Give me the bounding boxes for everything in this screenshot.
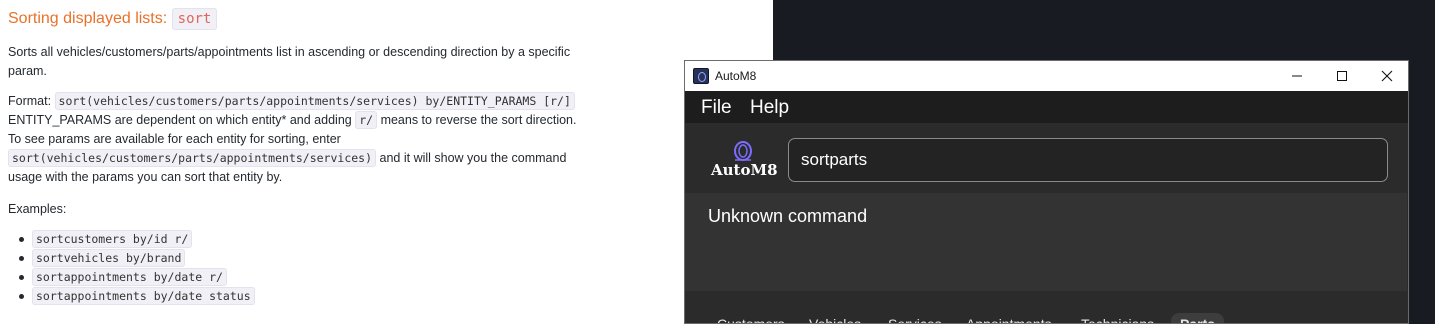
heading-text: Sorting displayed lists: (8, 10, 168, 27)
list-item: sortcustomers by/id r/ (8, 230, 255, 249)
tab-appointments[interactable]: Appointments (966, 316, 1052, 323)
list-item: sortappointments by/date status (8, 287, 255, 306)
tab-technicians[interactable]: Technicians (1081, 316, 1154, 323)
command-input[interactable] (788, 138, 1388, 182)
example-code: sortappointments by/date r/ (32, 268, 227, 286)
params-hint: To see params are available for each ent… (8, 132, 341, 146)
title-bar[interactable]: AutoM8 (685, 61, 1408, 91)
tab-customers[interactable]: Customers (717, 316, 785, 323)
maximize-icon (1336, 71, 1347, 81)
list-item: sortvehicles by/brand (8, 249, 255, 268)
params-note: ENTITY_PARAMS are dependent on which ent… (8, 113, 352, 127)
close-icon (1381, 70, 1392, 82)
tab-parts[interactable]: Parts (1171, 313, 1225, 323)
minimize-button[interactable] (1274, 61, 1319, 91)
menu-bar: File Help (685, 91, 1408, 123)
app-icon (693, 68, 709, 84)
maximize-button[interactable] (1319, 61, 1364, 91)
window-title: AutoM8 (715, 69, 757, 83)
app-window: AutoM8 File Help AutoM8 Unknown command … (684, 60, 1409, 324)
heading-code: sort (171, 8, 218, 30)
close-button[interactable] (1364, 61, 1408, 91)
menu-help[interactable]: Help (750, 97, 789, 119)
description: Sorts all vehicles/customers/parts/appoi… (8, 43, 570, 81)
description-line: Sorts all vehicles/customers/parts/appoi… (8, 45, 571, 59)
example-code: sortcustomers by/id r/ (32, 230, 193, 248)
result-display: Unknown command (685, 193, 1407, 291)
examples-list: sortcustomers by/id r/ sortvehicles by/b… (8, 230, 255, 306)
result-message: Unknown command (708, 206, 868, 226)
app-logo: AutoM8 (709, 141, 779, 183)
logo-icon (734, 141, 752, 161)
documentation-page: Sorting displayed lists: sort Sorts all … (0, 0, 773, 324)
tab-bar: Customers Vehicles Services Appointments… (685, 291, 1408, 323)
format-label: Format: (8, 94, 52, 108)
example-code: sortvehicles by/brand (32, 249, 186, 267)
logo-text: AutoM8 (711, 161, 778, 179)
format-paragraph: Format: sort(vehicles/customers/parts/ap… (8, 92, 577, 187)
reverse-flag-code: r/ (355, 111, 378, 129)
list-item: sortappointments by/date r/ (8, 268, 255, 287)
examples-label: Examples: (8, 202, 67, 216)
command-area: AutoM8 (685, 123, 1408, 193)
section-heading: Sorting displayed lists: sort (8, 8, 218, 30)
example-code: sortappointments by/date status (32, 287, 255, 305)
sort-usage-code: sort(vehicles/customers/parts/appointmen… (8, 149, 377, 167)
tab-vehicles[interactable]: Vehicles (809, 316, 861, 323)
tab-services[interactable]: Services (888, 316, 942, 323)
usage-hint: and it will show you the command (379, 151, 567, 165)
format-code: sort(vehicles/customers/parts/appointmen… (54, 92, 575, 110)
description-line-cont: param. (8, 64, 47, 78)
menu-file[interactable]: File (701, 97, 732, 119)
params-note-cont: means to reverse the sort direction. (380, 113, 577, 127)
usage-hint-cont: usage with the params you can sort that … (8, 170, 283, 184)
minimize-icon (1291, 75, 1302, 77)
